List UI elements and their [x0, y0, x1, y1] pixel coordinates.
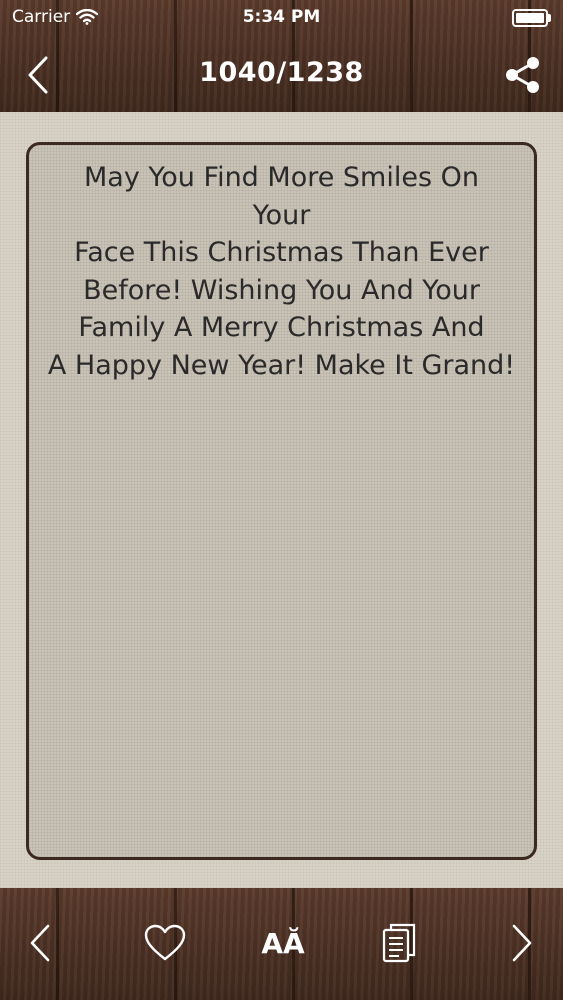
- favorite-button[interactable]: [140, 916, 190, 970]
- nav-bar: 1040/1238: [0, 36, 563, 112]
- share-button[interactable]: [503, 54, 543, 96]
- previous-button[interactable]: [22, 916, 58, 970]
- copy-icon: [382, 923, 416, 963]
- font-size-button[interactable]: AĂ: [258, 916, 308, 970]
- battery-icon: [511, 9, 551, 27]
- quote-line: Before! Wishing You And Your: [83, 274, 480, 306]
- next-button[interactable]: [504, 916, 540, 970]
- font-size-icon: AĂ: [261, 926, 305, 960]
- quote-line: Face This Christmas Than Ever: [74, 237, 489, 268]
- status-bar: Carrier 5:34 PM: [0, 0, 563, 36]
- copy-button[interactable]: [378, 916, 420, 970]
- status-time: 5:34 PM: [242, 7, 321, 27]
- heart-icon: [144, 924, 186, 961]
- content-area: May You Find More Smiles On Your Face Th…: [0, 112, 563, 888]
- bottom-toolbar: AĂ: [0, 888, 563, 1000]
- share-icon: [506, 57, 539, 93]
- quote-line: Family A Merry Christmas And: [78, 312, 485, 343]
- quote-card: May You Find More Smiles On Your Face Th…: [26, 142, 537, 860]
- chevron-left-icon: [30, 924, 50, 962]
- quote-line: May You Find More Smiles On: [83, 162, 479, 193]
- quote-line: A Happy New Year! Make It Grand!: [47, 349, 516, 381]
- quote-text: May You Find More Smiles On Your Face Th…: [31, 159, 532, 384]
- page-counter-title: 1040/1238: [199, 57, 364, 88]
- top-bar: Carrier 5:34 PM 1040/1238: [0, 0, 563, 112]
- quote-line: Your: [252, 199, 311, 231]
- chevron-right-icon: [512, 924, 532, 962]
